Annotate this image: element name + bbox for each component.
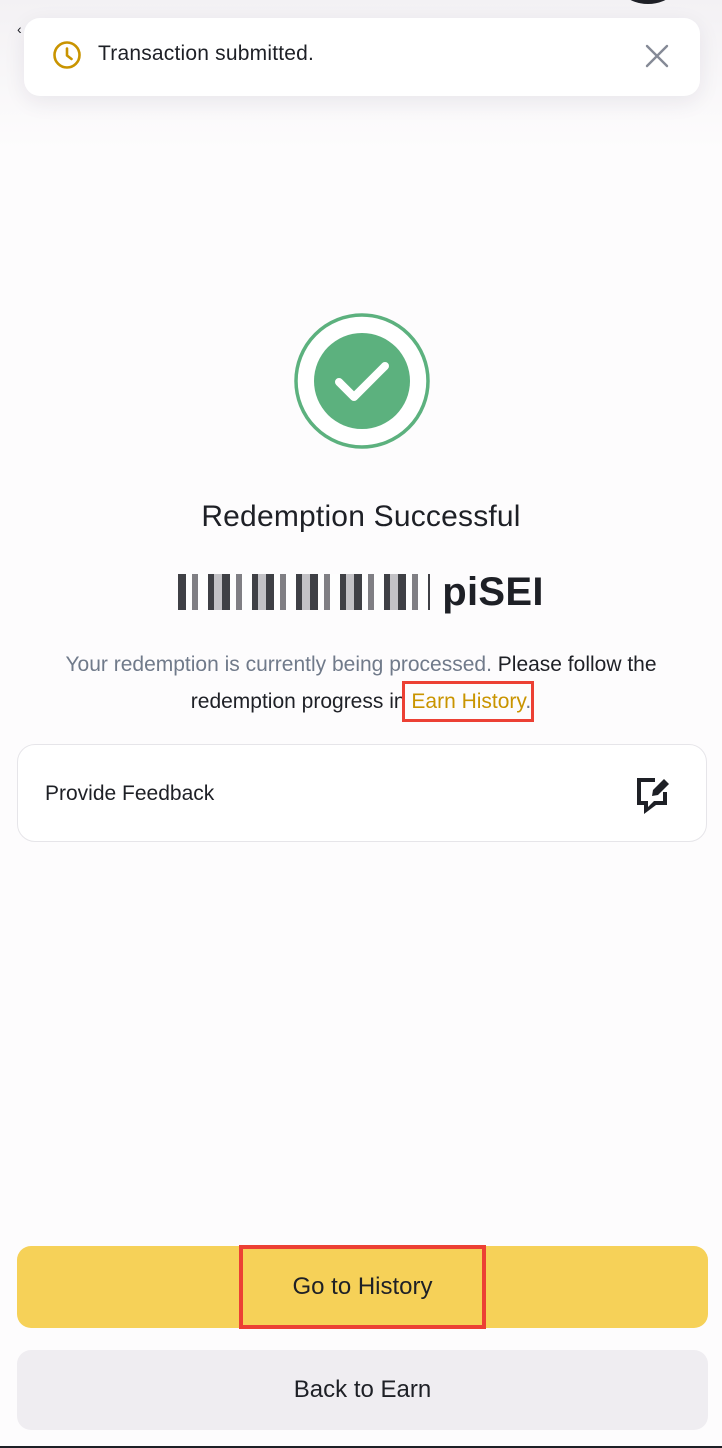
back-arrow-icon[interactable]: ‹: [17, 22, 22, 36]
provide-feedback-card[interactable]: Provide Feedback: [17, 744, 707, 842]
close-icon[interactable]: [643, 42, 671, 70]
feedback-label: Provide Feedback: [45, 782, 215, 805]
earn-history-link[interactable]: Earn History: [402, 681, 535, 722]
status-message: Your redemption is currently being proce…: [20, 646, 702, 722]
back-to-earn-button[interactable]: Back to Earn: [17, 1350, 708, 1430]
amount-row: piSEI: [0, 568, 722, 616]
amount-unit: piSEI: [442, 569, 544, 614]
go-to-history-label: Go to History: [239, 1245, 486, 1329]
status-message-part1: Your redemption is currently being proce…: [65, 653, 492, 676]
status-message-suffix: .: [525, 690, 532, 713]
redacted-amount: [178, 574, 431, 610]
page-title: Redemption Successful: [201, 500, 521, 533]
clock-icon: [52, 40, 82, 70]
feedback-edit-icon: [634, 774, 670, 814]
go-to-history-button[interactable]: Go to History: [17, 1245, 708, 1329]
toast-message: Transaction submitted.: [98, 42, 315, 65]
check-circle-icon: [293, 312, 431, 450]
